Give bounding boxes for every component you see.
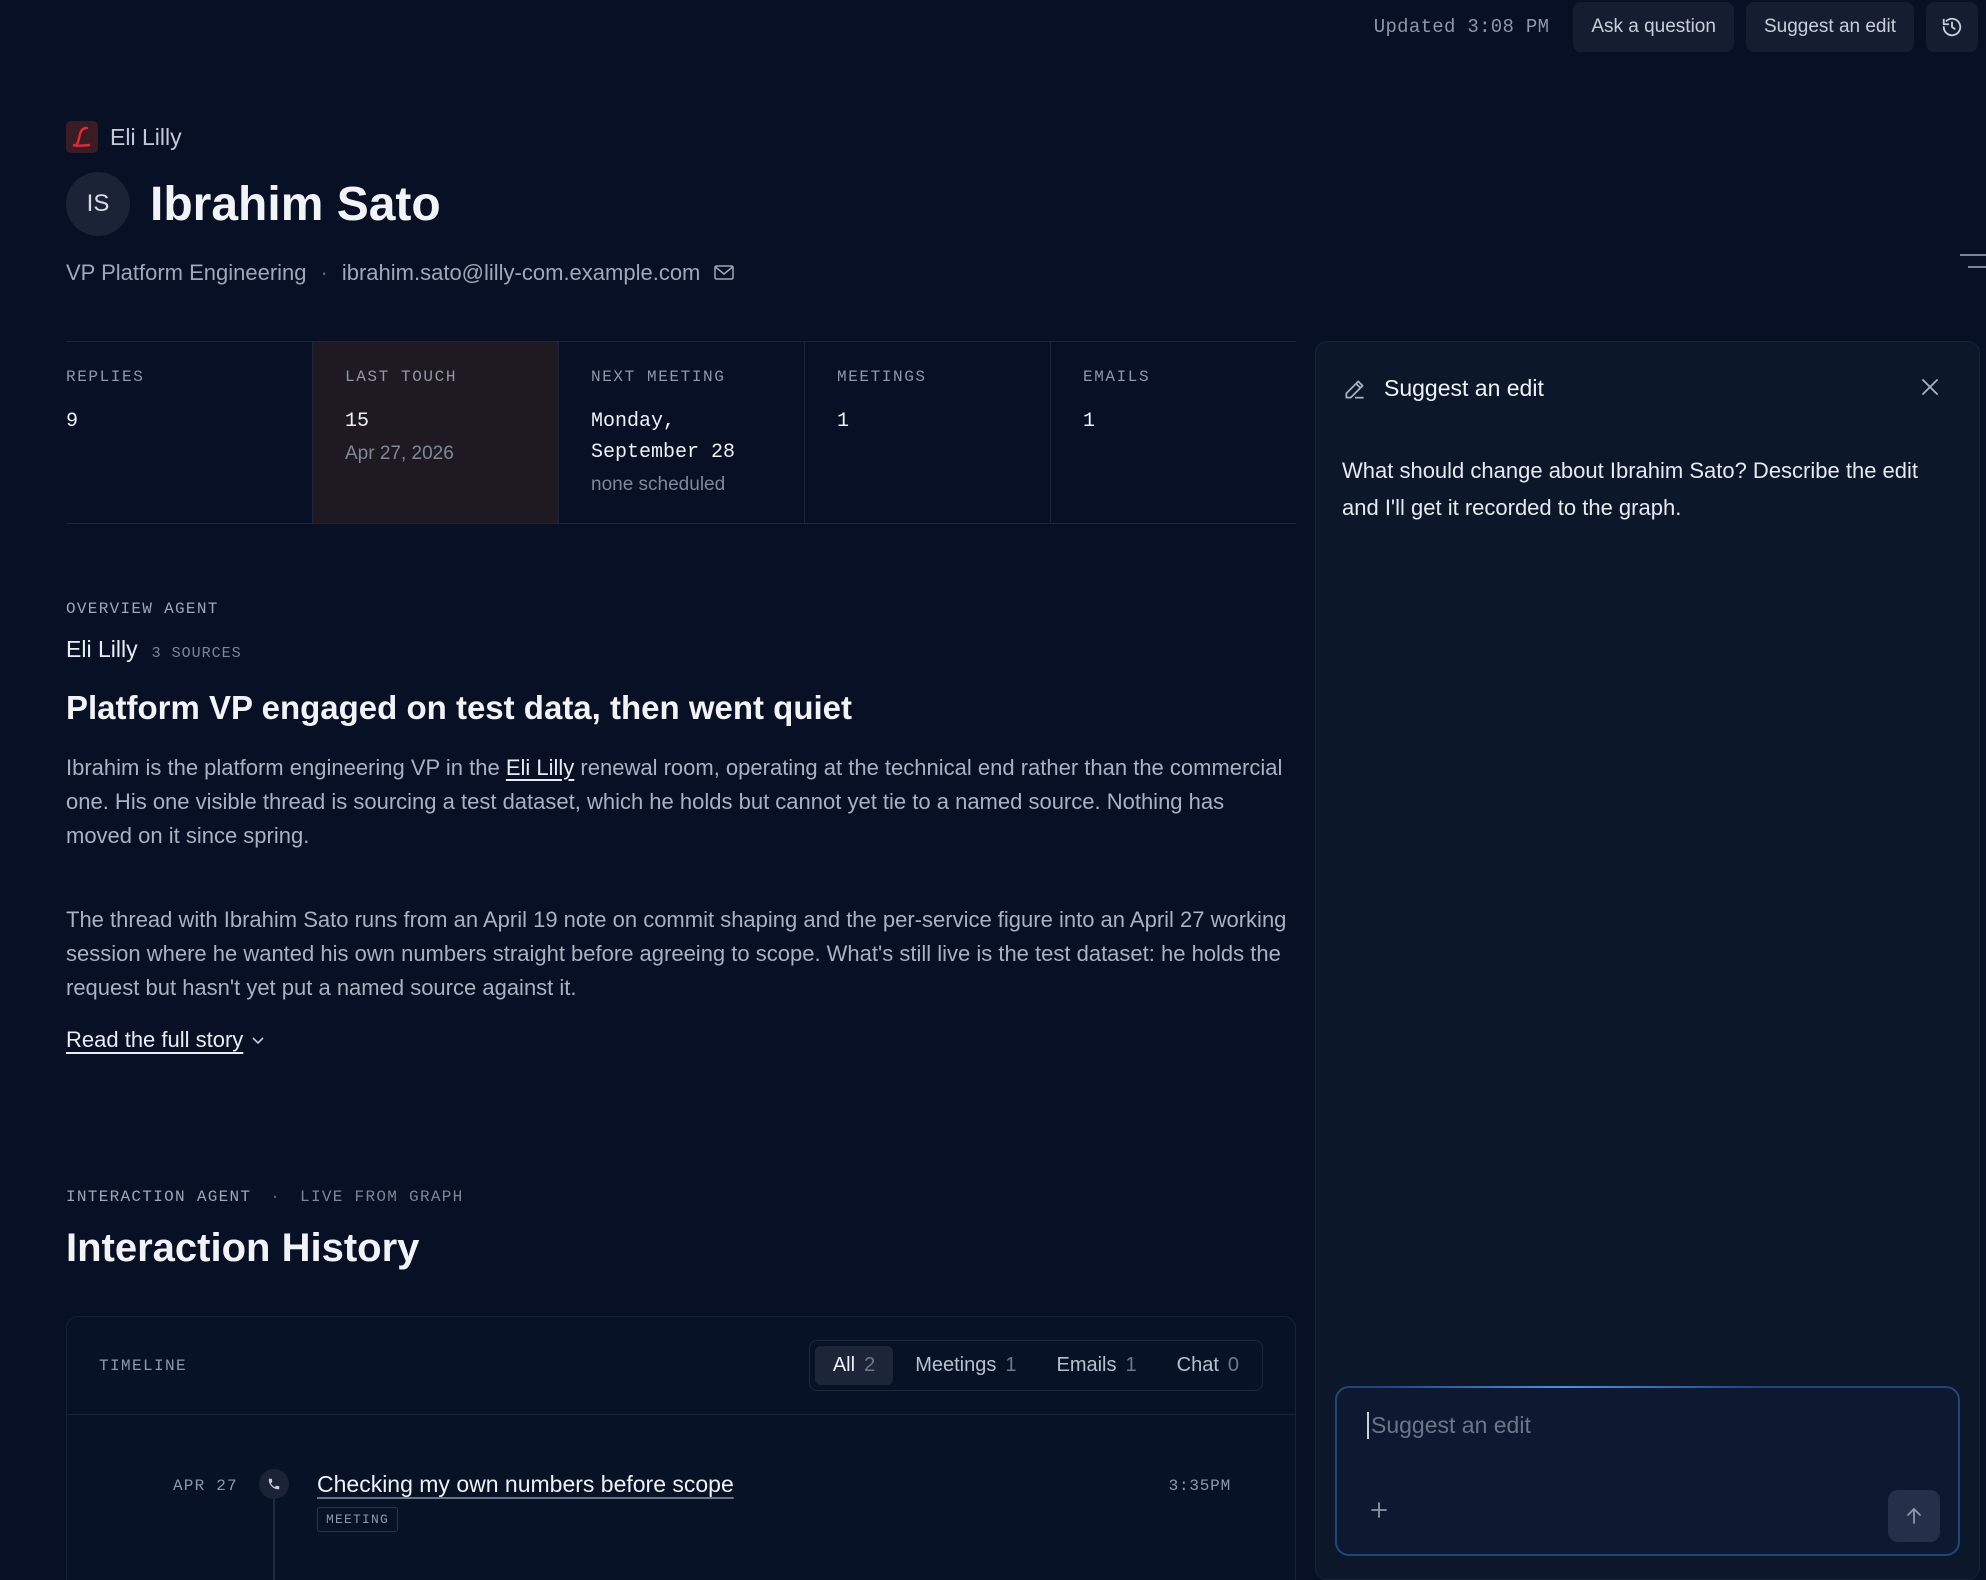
stat-label: NEXT MEETING	[591, 368, 726, 386]
timeline-date: APR 27	[173, 1477, 238, 1495]
filter-emails[interactable]: Emails 1	[1038, 1346, 1154, 1385]
read-full-story-link[interactable]: Read the full story	[66, 1027, 1296, 1053]
phone-icon	[259, 1469, 289, 1499]
updated-timestamp: Updated 3:08 PM	[1373, 16, 1550, 38]
filter-all[interactable]: All 2	[814, 1346, 894, 1385]
suggest-edit-button[interactable]: Suggest an edit	[1745, 2, 1914, 52]
overview-company-name[interactable]: Eli Lilly	[66, 636, 138, 663]
separator: ·	[320, 260, 328, 285]
company-link[interactable]: Eli Lilly	[66, 121, 182, 153]
sources-count[interactable]: 3 SOURCES	[152, 645, 242, 662]
interaction-section: INTERACTION AGENT · LIVE FROM GRAPH Inte…	[66, 1188, 1296, 1271]
job-title: VP Platform Engineering	[66, 260, 307, 285]
timeline-filters: All 2 Meetings 1 Emails 1 Chat 0	[808, 1340, 1263, 1391]
timeline-label: TIMELINE	[99, 1356, 188, 1375]
stat-value: 9	[66, 410, 79, 433]
stat-next-meeting: NEXT MEETING Monday, September 28 none s…	[558, 342, 804, 523]
overview-headline: Platform VP engaged on test data, then w…	[66, 689, 852, 726]
timeline-connector	[273, 1499, 275, 1580]
stat-label: REPLIES	[66, 368, 145, 386]
filter-chat[interactable]: Chat 0	[1159, 1346, 1257, 1385]
stat-sub: Apr 27, 2026	[345, 443, 454, 464]
page-title: Ibrahim Sato	[150, 177, 441, 231]
interaction-eyebrow: INTERACTION AGENT · LIVE FROM GRAPH	[66, 1188, 464, 1206]
timeline-card: TIMELINE All 2 Meetings 1 Emails 1 Chat 0 AP…	[66, 1316, 1296, 1580]
history-icon	[1941, 16, 1963, 38]
filter-meetings[interactable]: Meetings 1	[897, 1346, 1034, 1385]
stat-meetings: MEETINGS 1	[804, 342, 1050, 523]
stat-replies: REPLIES 9	[66, 342, 312, 523]
ask-question-button[interactable]: Ask a question	[1573, 2, 1734, 52]
outline-toggle-icon[interactable]	[1960, 254, 1986, 278]
overview-eyebrow: OVERVIEW AGENT	[66, 600, 219, 618]
pencil-icon	[1342, 376, 1368, 402]
overview-paragraph: Ibrahim is the platform engineering VP i…	[66, 755, 1283, 848]
read-more-label: Read the full story	[66, 1027, 244, 1052]
avatar: IS	[66, 172, 130, 236]
type-tag: MEETING	[317, 1507, 399, 1532]
person-subline: VP Platform Engineering · ibrahim.sato@l…	[66, 260, 735, 286]
mail-icon[interactable]	[714, 264, 735, 282]
timeline-item-title[interactable]: Checking my own numbers before scope	[317, 1471, 734, 1498]
top-bar: Updated 3:08 PM Ask a question Suggest a…	[1374, 0, 1986, 54]
panel-header: Suggest an edit	[1342, 375, 1544, 402]
composer-glow	[1377, 1386, 1757, 1388]
stat-sub: none scheduled	[591, 474, 726, 495]
person-heading: IS Ibrahim Sato	[66, 172, 441, 236]
stat-label: LAST TOUCH	[345, 368, 458, 386]
overview-section: OVERVIEW AGENT Eli Lilly 3 SOURCES Platf…	[66, 600, 1296, 1053]
history-button[interactable]	[1926, 2, 1978, 52]
close-icon[interactable]	[1921, 378, 1939, 396]
suggest-edit-input[interactable]	[1367, 1412, 1927, 1439]
panel-message: What should change about Ibrahim Sato? D…	[1342, 458, 1919, 520]
company-inline-link[interactable]: Eli Lilly	[506, 755, 574, 780]
panel-title: Suggest an edit	[1384, 375, 1544, 401]
overview-company: Eli Lilly 3 SOURCES	[66, 636, 1296, 663]
send-button[interactable]	[1888, 1490, 1940, 1542]
arrow-up-icon	[1905, 1506, 1923, 1526]
suggest-composer	[1335, 1386, 1960, 1556]
stat-value: 15	[345, 410, 370, 433]
stat-value: Monday, September 28	[591, 410, 736, 464]
timeline-header: TIMELINE All 2 Meetings 1 Emails 1 Chat 0	[67, 1317, 1295, 1415]
plus-icon[interactable]	[1369, 1500, 1389, 1520]
stat-label: EMAILS	[1083, 368, 1151, 386]
suggest-edit-panel: Suggest an edit What should change about…	[1315, 341, 1980, 1580]
company-logo-icon	[66, 121, 98, 153]
email-link[interactable]: ibrahim.sato@lilly-com.example.com	[342, 260, 701, 286]
stat-value: 1	[837, 410, 850, 433]
stat-value: 1	[1083, 410, 1096, 433]
chevron-down-icon	[251, 1035, 265, 1045]
timeline-time: 3:35PM	[1168, 1477, 1231, 1495]
stat-last-touch: LAST TOUCH 15 Apr 27, 2026	[312, 342, 558, 523]
stat-label: MEETINGS	[837, 368, 927, 386]
stat-emails: EMAILS 1	[1050, 342, 1296, 523]
overview-paragraph: The thread with Ibrahim Sato runs from a…	[66, 907, 1287, 1000]
interaction-title: Interaction History	[66, 1226, 420, 1270]
company-name: Eli Lilly	[110, 123, 182, 150]
stats-strip: REPLIES 9 LAST TOUCH 15 Apr 27, 2026 NEX…	[66, 341, 1296, 524]
